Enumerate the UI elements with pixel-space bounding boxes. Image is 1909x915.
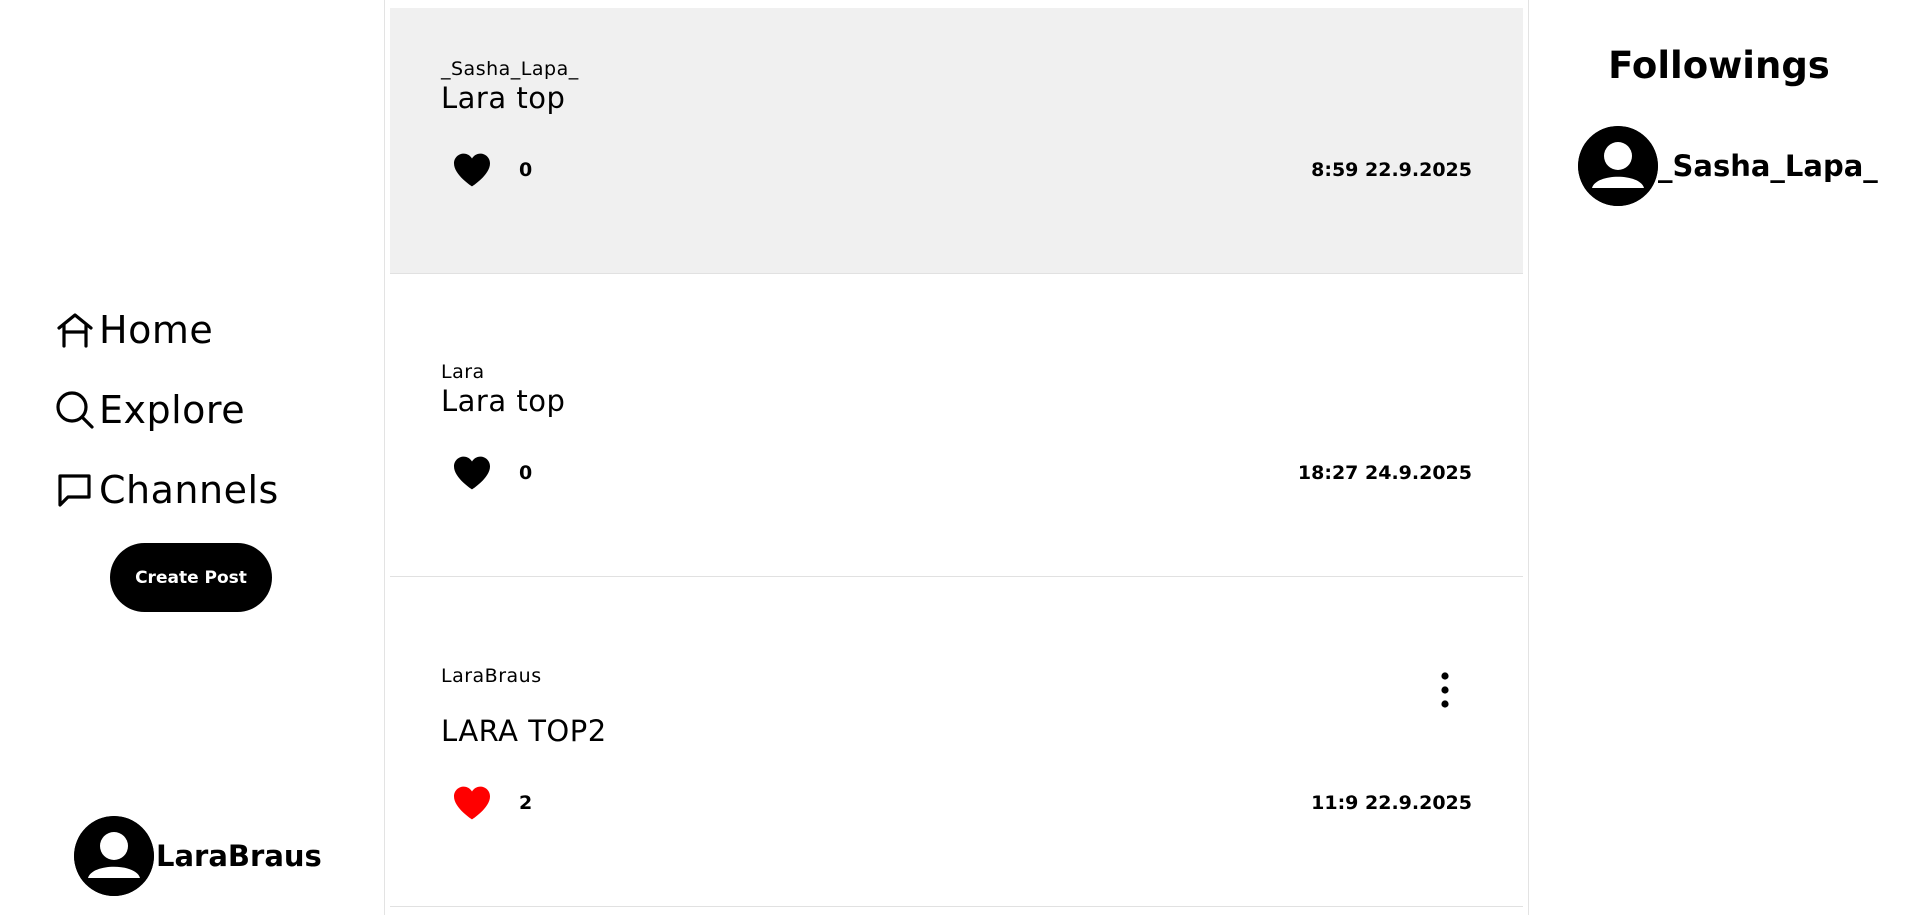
more-options-icon[interactable] [1437, 670, 1453, 710]
heart-icon[interactable] [452, 785, 492, 821]
right-sidebar: Followings _Sasha_Lapa_ [1528, 0, 1909, 915]
post-text: LARA TOP2 [441, 714, 607, 748]
heart-icon[interactable] [452, 455, 492, 491]
post-timestamp: 18:27 24.9.2025 [1297, 462, 1472, 484]
nav-item-home[interactable]: Home [55, 290, 279, 370]
post-text: Lara top [441, 384, 566, 418]
home-icon [55, 308, 99, 352]
current-user-name: LaraBraus [156, 839, 322, 873]
post-author[interactable]: Lara [441, 361, 485, 383]
chat-bubble-icon [55, 468, 99, 512]
nav-label-channels: Channels [99, 468, 279, 512]
app-root: Home Explore Channels Create Post LaraBr… [0, 0, 1909, 915]
nav-label-home: Home [99, 308, 214, 352]
heart-icon[interactable] [452, 152, 492, 188]
avatar-icon [1578, 126, 1658, 206]
left-sidebar: Home Explore Channels Create Post LaraBr… [0, 0, 385, 915]
avatar-icon [74, 816, 154, 896]
main-nav: Home Explore Channels [55, 290, 279, 530]
post-timestamp: 8:59 22.9.2025 [1311, 159, 1472, 181]
post-author[interactable]: _Sasha_Lapa_ [441, 58, 579, 80]
nav-item-channels[interactable]: Channels [55, 450, 279, 530]
search-icon [55, 388, 99, 432]
post-card[interactable]: Lara Lara top 0 18:27 24.9.2025 [390, 274, 1523, 577]
like-count: 0 [519, 159, 533, 181]
followings-title: Followings [1608, 44, 1830, 87]
post-timestamp: 11:9 22.9.2025 [1311, 792, 1472, 814]
like-count: 0 [519, 462, 533, 484]
nav-item-explore[interactable]: Explore [55, 370, 279, 450]
post-author[interactable]: LaraBraus [441, 665, 542, 687]
current-user[interactable]: LaraBraus [74, 816, 322, 896]
like-count: 2 [519, 792, 533, 814]
nav-label-explore: Explore [99, 388, 246, 432]
following-item[interactable]: _Sasha_Lapa_ [1578, 126, 1878, 206]
feed: _Sasha_Lapa_ Lara top 0 8:59 22.9.2025 L… [390, 0, 1523, 915]
post-card[interactable]: LaraBraus LARA TOP2 2 11:9 22.9.2025 [390, 577, 1523, 907]
post-text: Lara top [441, 81, 566, 115]
create-post-button[interactable]: Create Post [110, 543, 272, 612]
following-name: _Sasha_Lapa_ [1658, 149, 1878, 183]
post-card[interactable]: _Sasha_Lapa_ Lara top 0 8:59 22.9.2025 [390, 8, 1523, 274]
